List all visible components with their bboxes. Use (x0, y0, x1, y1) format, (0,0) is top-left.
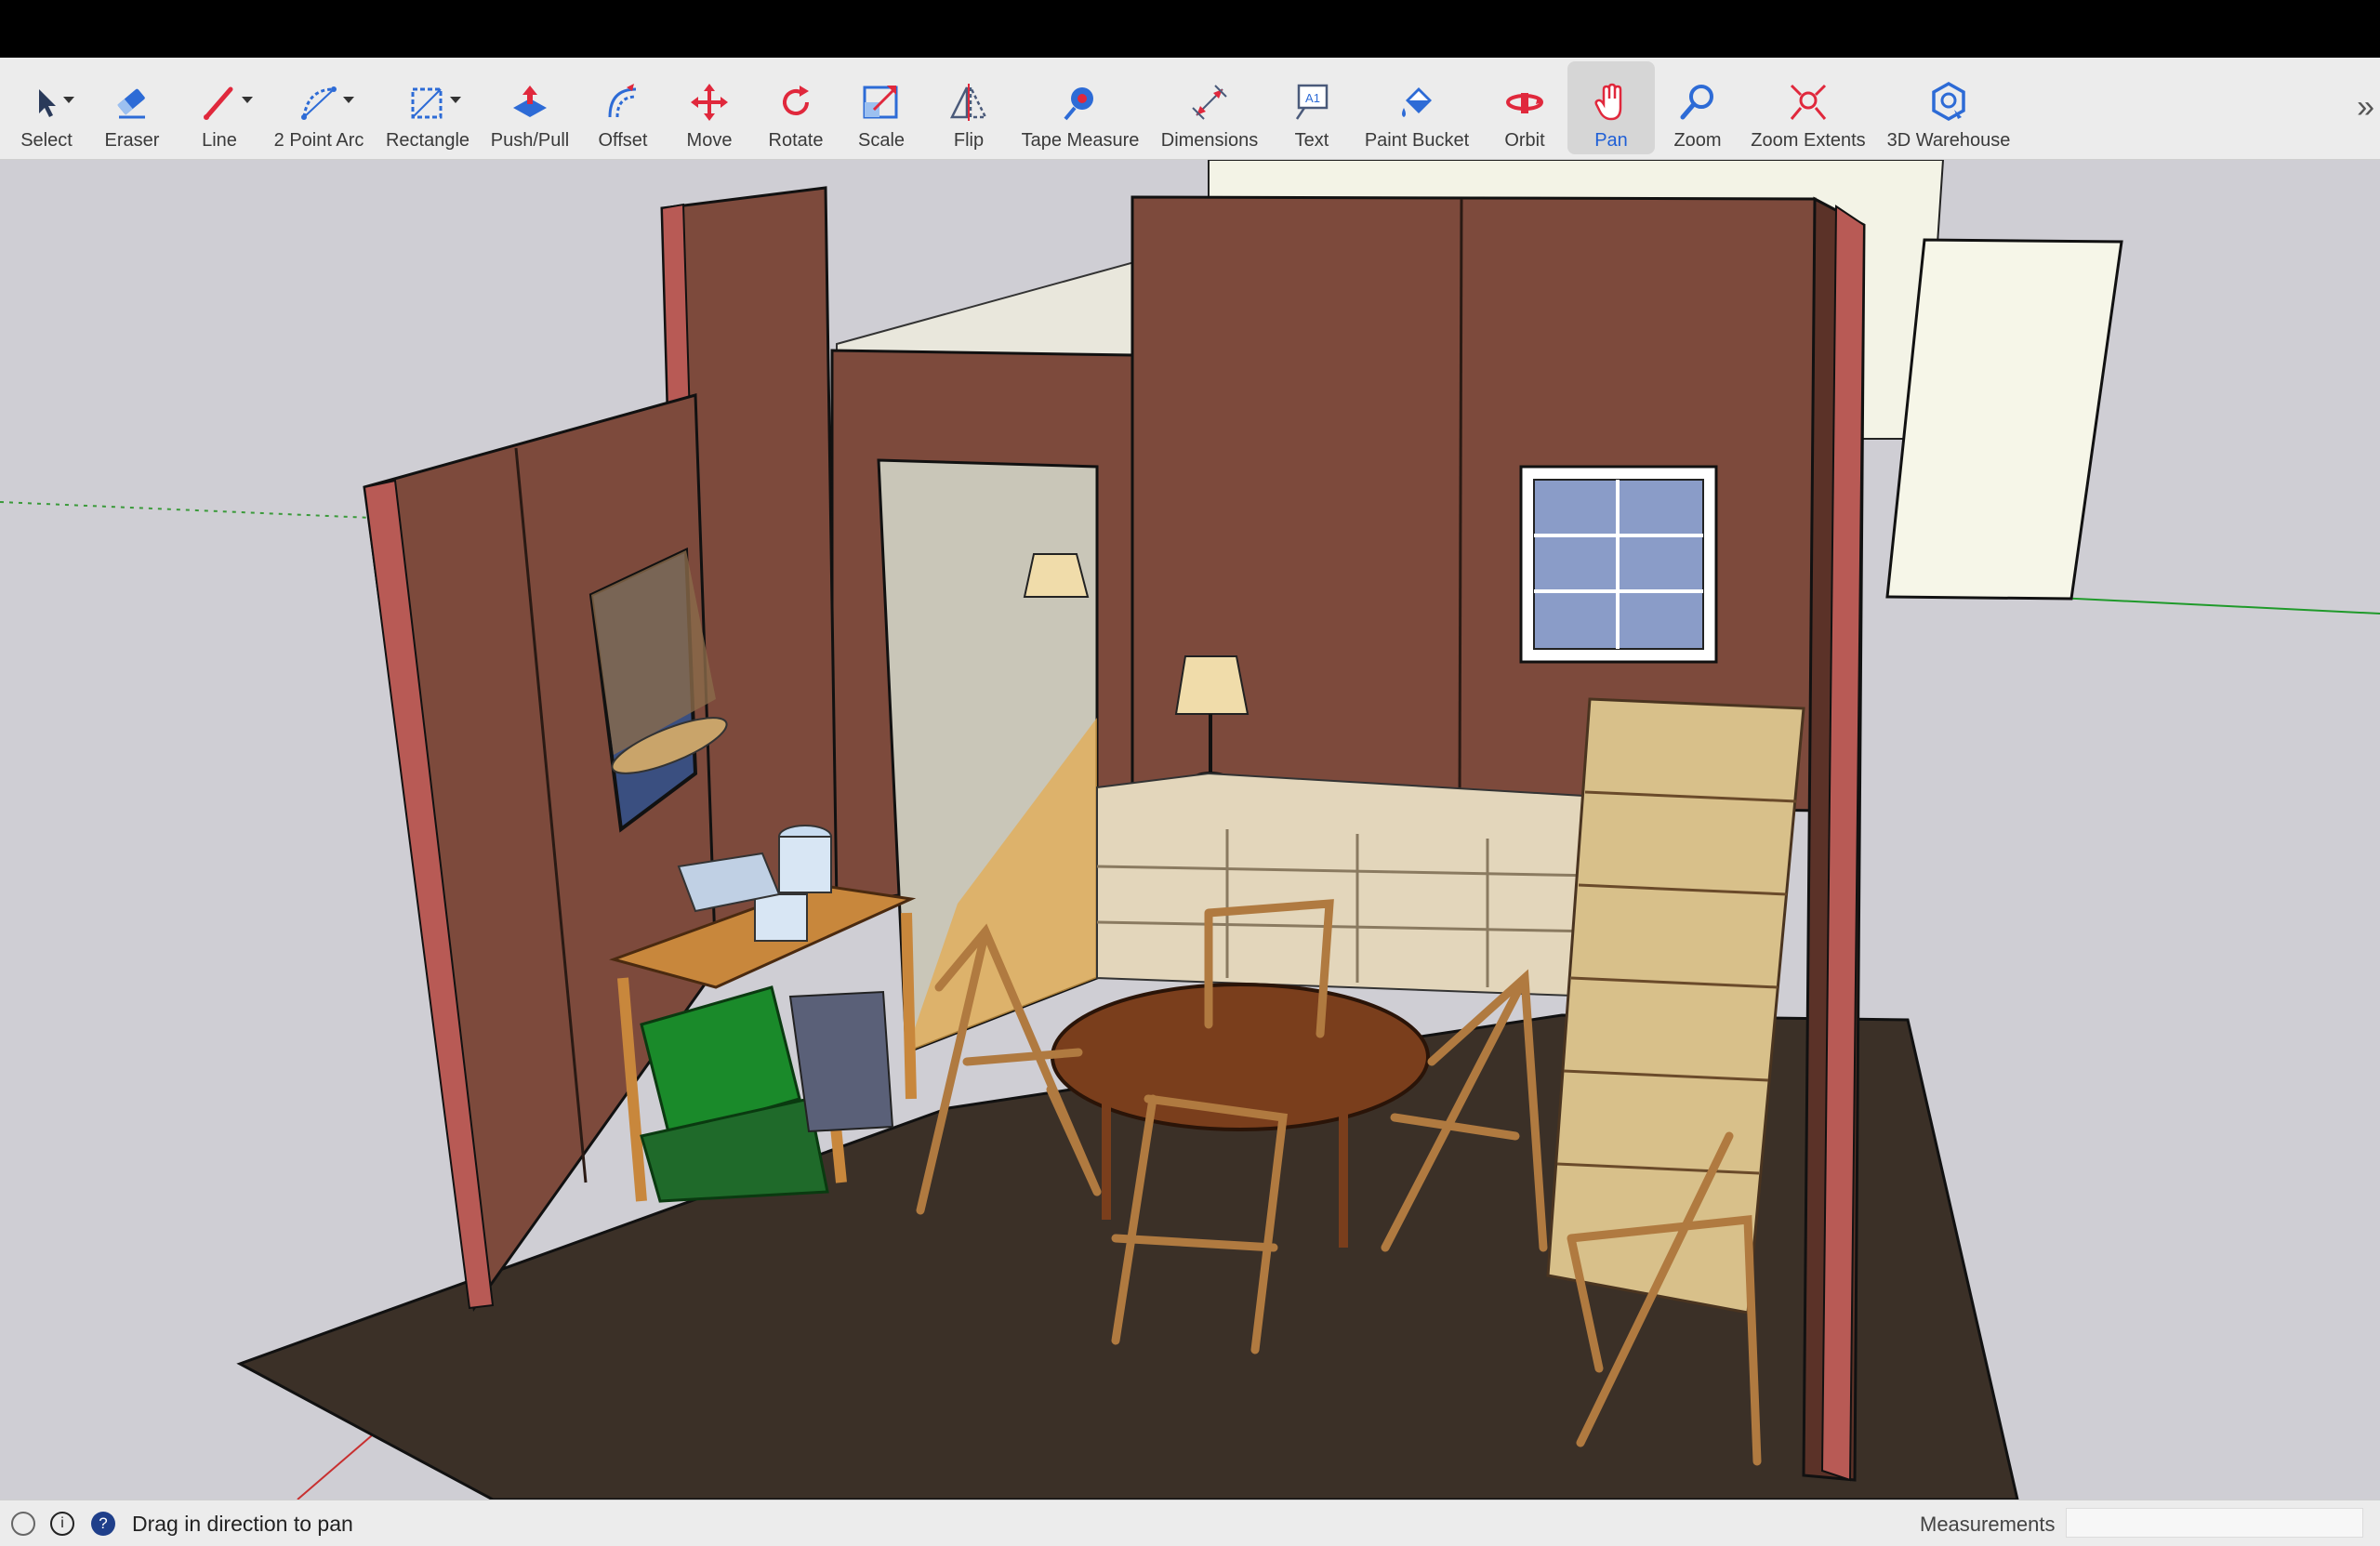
tool-label: 2 Point Arc (273, 130, 364, 151)
measurements-input[interactable] (2066, 1508, 2363, 1538)
tool-pan[interactable]: Pan (1567, 61, 1655, 154)
tool-label: Paint Bucket (1364, 130, 1470, 151)
pencil-line-icon (197, 80, 253, 125)
zoom-magnifier-icon (1675, 80, 1720, 125)
tool-tape-measure[interactable]: Tape Measure (1021, 61, 1140, 154)
tool-push-pull[interactable]: Push/Pull (487, 61, 573, 154)
tool-label: Rotate (768, 130, 824, 151)
text-icon: A1 (1289, 80, 1334, 125)
tool-label: Eraser (104, 130, 160, 151)
tool-text[interactable]: A1 Text (1275, 61, 1349, 154)
arc-icon (297, 80, 354, 125)
tool-label: Rectangle (385, 130, 470, 151)
status-bar: i ? Drag in direction to pan Measurement… (0, 1500, 2380, 1546)
tool-label: Move (686, 130, 733, 151)
move-icon (687, 80, 732, 125)
measurements-label: Measurements (1920, 1513, 2056, 1536)
3d-warehouse-icon (1926, 80, 1971, 125)
tool-offset[interactable]: Offset (586, 61, 660, 154)
tool-dimensions[interactable]: Dimensions (1157, 61, 1263, 154)
tool-scale[interactable]: Scale (844, 61, 919, 154)
rectangle-icon (405, 80, 461, 125)
select-arrow-icon (24, 80, 74, 125)
zoom-extents-icon (1786, 80, 1831, 125)
offset-icon (601, 80, 645, 125)
tool-orbit[interactable]: Orbit (1488, 61, 1562, 154)
tool-label: Scale (857, 130, 906, 151)
orbit-icon (1502, 80, 1547, 125)
tool-label: Tape Measure (1021, 130, 1140, 151)
tool-3d-warehouse[interactable]: 3D Warehouse (1884, 61, 2014, 154)
tool-flip[interactable]: Flip (932, 61, 1006, 154)
tool-select[interactable]: Select (11, 61, 82, 154)
scale-icon (859, 80, 904, 125)
grey-storage-bin (788, 990, 894, 1133)
tool-paint-bucket[interactable]: Paint Bucket (1359, 61, 1474, 154)
tool-line[interactable]: Line (182, 61, 257, 154)
pan-hand-icon (1589, 80, 1633, 125)
chevron-double-right-icon[interactable]: » (2357, 89, 2374, 126)
tool-label: Flip (953, 130, 985, 151)
background-panel (1885, 238, 2123, 601)
flip-icon (946, 80, 991, 125)
tool-zoom-extents[interactable]: Zoom Extents (1748, 61, 1869, 154)
paint-bucket-icon (1395, 80, 1439, 125)
tool-label: Zoom (1673, 130, 1722, 151)
tool-zoom[interactable]: Zoom (1660, 61, 1735, 154)
tape-measure-icon (1058, 80, 1103, 125)
hallway-lamp (1023, 553, 1090, 598)
table-lamp (1174, 655, 1250, 715)
eraser-icon (110, 80, 154, 125)
window-title-bar (0, 0, 2380, 58)
tool-eraser[interactable]: Eraser (97, 61, 167, 154)
3d-model-viewport[interactable] (0, 160, 2380, 1500)
tool-move[interactable]: Move (672, 61, 747, 154)
tool-label: Select (20, 130, 73, 151)
tool-label: Zoom Extents (1751, 130, 1866, 151)
tool-rotate[interactable]: Rotate (759, 61, 833, 154)
tool-label: Orbit (1504, 130, 1545, 151)
instructor-help-icon[interactable]: ? (91, 1512, 115, 1536)
tool-label: Pan (1594, 130, 1628, 151)
main-toolbar: Select Eraser Line 2 Point Arc Rectangle (0, 58, 2380, 160)
low-bookshelf (1096, 772, 1600, 998)
tool-label: Text (1294, 130, 1329, 151)
credits-info-icon[interactable]: i (50, 1512, 74, 1536)
tool-label: Line (202, 130, 237, 151)
svg-text:A1: A1 (1305, 91, 1320, 105)
background-corridor-wall (836, 260, 1135, 366)
tool-label: 3D Warehouse (1886, 130, 2011, 151)
geo-location-icon[interactable] (11, 1512, 35, 1536)
green-axis-dotted (0, 501, 373, 519)
tool-label: Offset (598, 130, 648, 151)
tool-rectangle[interactable]: Rectangle (383, 61, 472, 154)
rotate-icon (774, 80, 818, 125)
tool-2-point-arc[interactable]: 2 Point Arc (270, 61, 368, 154)
status-message: Drag in direction to pan (132, 1512, 353, 1536)
tool-label: Dimensions (1160, 130, 1259, 151)
tool-label: Push/Pull (490, 130, 570, 151)
push-pull-icon (508, 80, 552, 125)
dimensions-icon (1187, 80, 1232, 125)
